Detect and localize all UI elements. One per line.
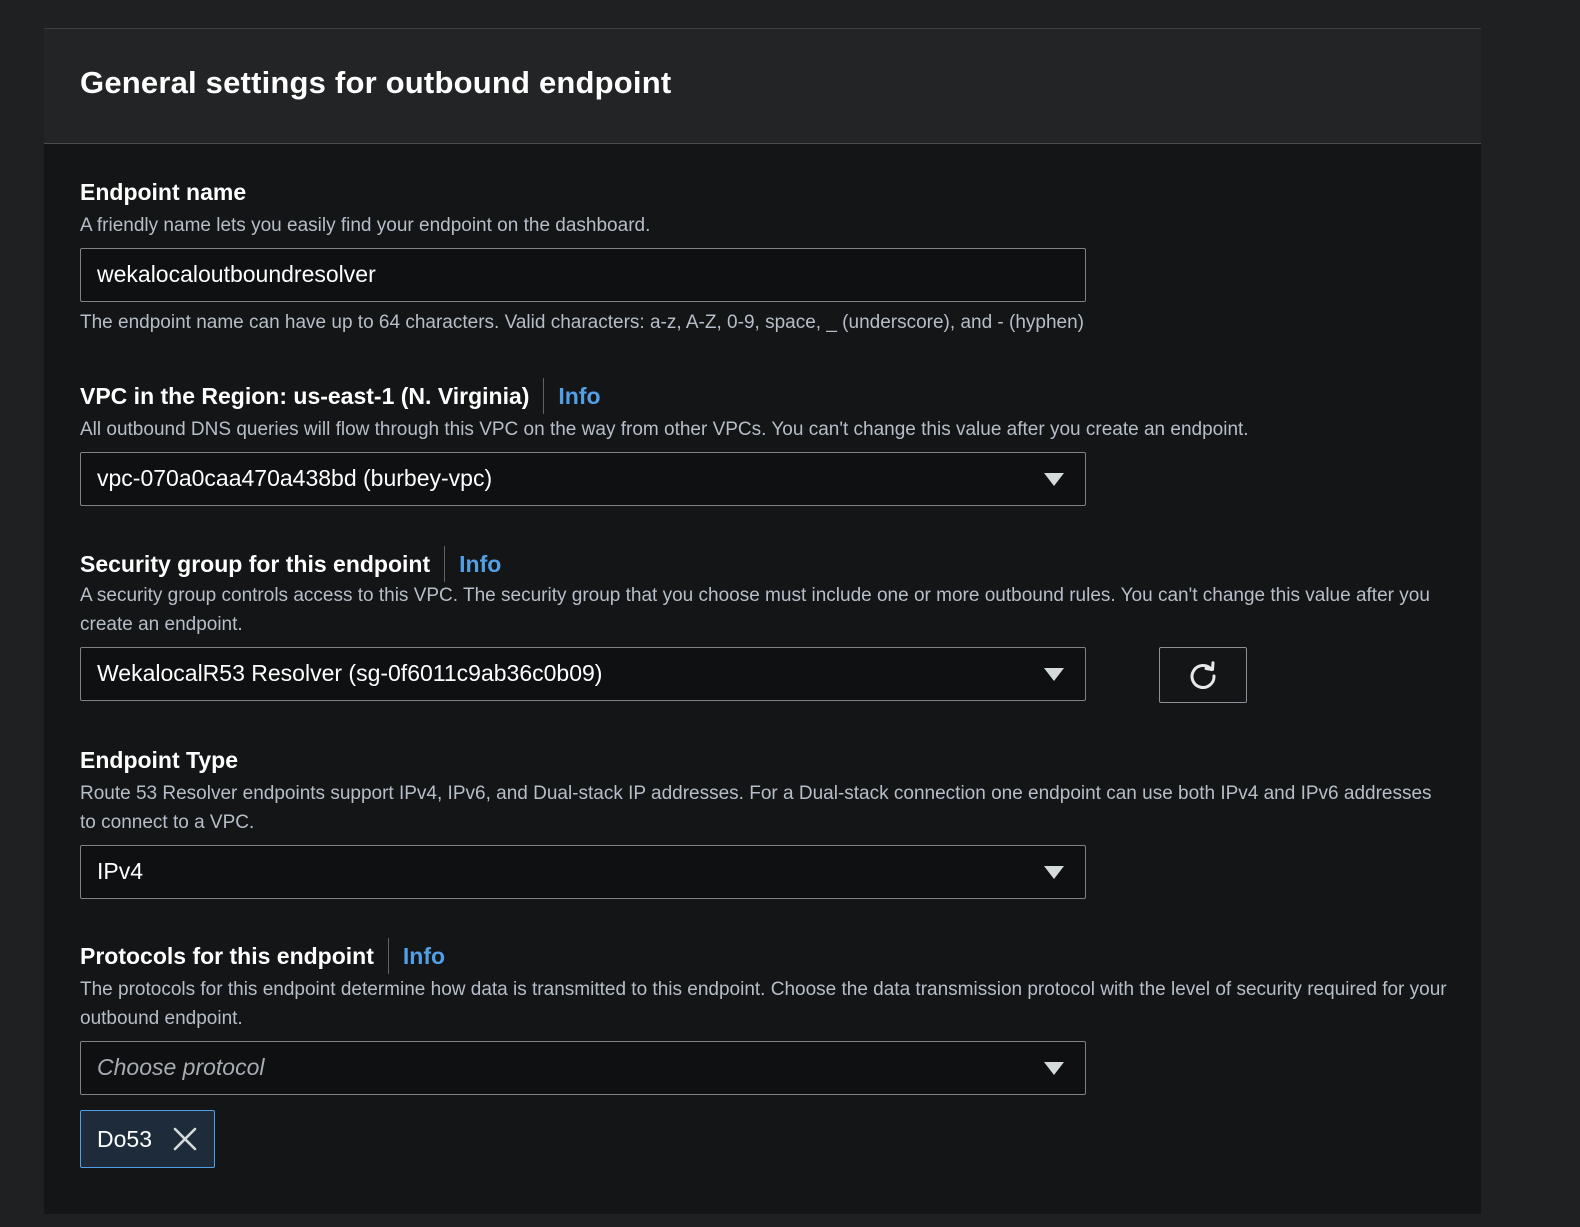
protocols-label-row: Protocols for this endpoint Info [80, 938, 1450, 974]
page-background: General settings for outbound endpoint E… [0, 0, 1580, 1227]
caret-down-icon [1044, 668, 1064, 681]
protocols-label: Protocols for this endpoint [80, 942, 374, 969]
protocol-token: Do53 [80, 1110, 215, 1168]
security-group-control-row: WekalocalR53 Resolver (sg-0f6011c9ab36c0… [80, 647, 1450, 703]
endpoint-name-label: Endpoint name [80, 178, 247, 205]
endpoint-name-input[interactable]: wekalocaloutboundresolver [80, 248, 1086, 302]
vpc-info-divider [543, 378, 545, 414]
vpc-description: All outbound DNS queries will flow throu… [80, 419, 1249, 440]
protocols-placeholder: Choose protocol [97, 1054, 265, 1080]
endpoint-name-constraint: The endpoint name can have up to 64 char… [80, 312, 1085, 333]
panel-header: General settings for outbound endpoint [44, 29, 1481, 144]
vpc-selected-value: vpc-070a0caa470a438bd (burbey-vpc) [97, 465, 493, 491]
endpoint-type-label: Endpoint Type [80, 746, 239, 773]
vpc-select[interactable]: vpc-070a0caa470a438bd (burbey-vpc) [80, 452, 1086, 506]
security-group-select[interactable]: WekalocalR53 Resolver (sg-0f6011c9ab36c0… [80, 647, 1086, 701]
endpoint-name-field: Endpoint name A friendly name lets you e… [80, 175, 1450, 334]
endpoint-type-select[interactable]: IPv4 [80, 845, 1086, 899]
security-group-label: Security group for this endpoint [80, 550, 431, 577]
endpoint-type-selected-value: IPv4 [97, 858, 144, 884]
endpoint-name-value: wekalocaloutboundresolver [97, 261, 376, 287]
vpc-label-row: VPC in the Region: us-east-1 (N. Virgini… [80, 378, 1450, 414]
protocols-field: Protocols for this endpoint Info The pro… [80, 938, 1450, 1168]
protocol-token-label: Do53 [97, 1125, 152, 1152]
endpoint-name-description: A friendly name lets you easily find you… [80, 215, 651, 236]
security-group-field: Security group for this endpoint Info A … [80, 546, 1450, 703]
protocol-token-list: Do53 [80, 1110, 1450, 1168]
security-group-label-row: Security group for this endpoint Info [80, 546, 1450, 582]
endpoint-type-label-row: Endpoint Type [80, 743, 1450, 777]
refresh-icon [1190, 661, 1216, 689]
refresh-button[interactable] [1159, 647, 1247, 703]
security-group-info-divider [444, 546, 446, 582]
vpc-field: VPC in the Region: us-east-1 (N. Virgini… [80, 378, 1450, 506]
caret-down-icon [1044, 866, 1064, 879]
vpc-info-link[interactable]: Info [558, 383, 600, 410]
protocols-select[interactable]: Choose protocol [80, 1041, 1086, 1095]
general-settings-panel: General settings for outbound endpoint E… [44, 28, 1481, 1214]
remove-token-button[interactable] [172, 1126, 198, 1152]
vpc-label: VPC in the Region: us-east-1 (N. Virgini… [80, 382, 530, 409]
endpoint-type-description: Route 53 Resolver endpoints support IPv4… [80, 783, 1432, 833]
endpoint-type-field: Endpoint Type Route 53 Resolver endpoint… [80, 743, 1450, 899]
close-icon [173, 1127, 197, 1151]
security-group-selected-value: WekalocalR53 Resolver (sg-0f6011c9ab36c0… [97, 660, 603, 686]
caret-down-icon [1044, 1062, 1064, 1075]
security-group-description: A security group controls access to this… [80, 585, 1430, 635]
caret-down-icon [1044, 473, 1064, 486]
protocols-info-divider [387, 938, 389, 974]
endpoint-name-label-row: Endpoint name [80, 175, 1450, 209]
panel-title: General settings for outbound endpoint [80, 65, 672, 100]
security-group-info-link[interactable]: Info [459, 551, 501, 578]
protocols-description: The protocols for this endpoint determin… [80, 979, 1447, 1029]
protocols-info-link[interactable]: Info [403, 943, 445, 970]
